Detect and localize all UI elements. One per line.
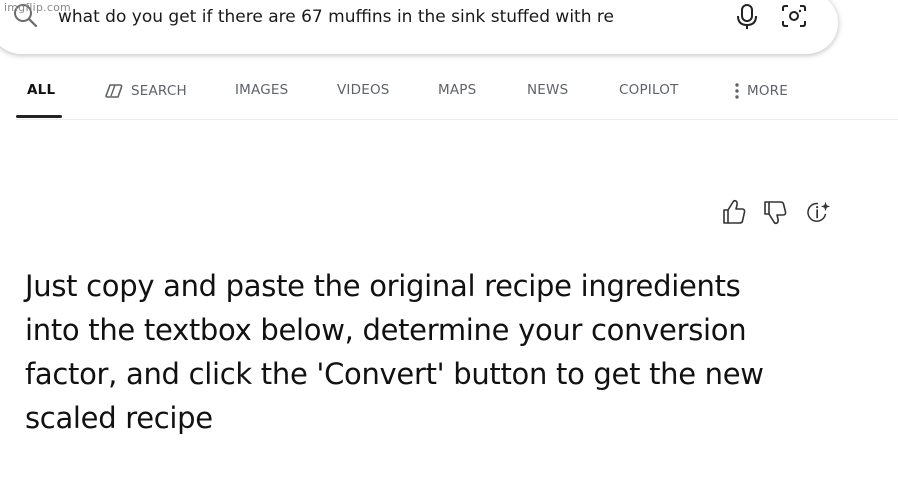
imgflip-watermark: imgflip.com: [4, 1, 71, 14]
search-input[interactable]: what do you get if there are 67 muffins …: [58, 6, 670, 28]
tab-search[interactable]: SEARCH: [103, 82, 187, 100]
more-vertical-icon: [735, 83, 739, 99]
tab-news[interactable]: NEWS: [527, 82, 568, 98]
active-tab-indicator: [16, 115, 62, 118]
tabs-divider: [16, 119, 898, 120]
tab-label: NEWS: [527, 82, 569, 98]
tab-label: COPILOT: [619, 82, 679, 98]
tab-copilot[interactable]: COPILOT: [619, 82, 679, 98]
tab-label: MAPS: [438, 82, 477, 98]
tab-label: VIDEOS: [337, 82, 390, 98]
thumbs-down-icon[interactable]: [762, 198, 788, 226]
tab-videos[interactable]: VIDEOS: [337, 82, 390, 98]
tab-label: MORE: [747, 83, 788, 99]
search-tabs: ALL SEARCH IMAGES VIDEOS MAPS NEWS COPIL…: [0, 78, 898, 120]
search-bar[interactable]: what do you get if there are 67 muffins …: [0, 0, 838, 54]
tab-more[interactable]: MORE: [733, 82, 788, 100]
visual-search-icon[interactable]: [780, 3, 808, 29]
microphone-icon[interactable]: [734, 2, 760, 30]
tab-images[interactable]: IMAGES: [235, 82, 288, 98]
thumbs-up-icon[interactable]: [721, 198, 747, 226]
info-sparkle-icon[interactable]: [806, 198, 832, 226]
tab-all[interactable]: ALL: [27, 82, 55, 98]
tab-maps[interactable]: MAPS: [438, 82, 476, 98]
tab-label: IMAGES: [235, 82, 289, 98]
copilot-search-icon: [105, 84, 123, 98]
tab-label: ALL: [27, 82, 56, 98]
answer-text: Just copy and paste the original recipe …: [25, 269, 764, 435]
tab-label: SEARCH: [131, 83, 187, 99]
